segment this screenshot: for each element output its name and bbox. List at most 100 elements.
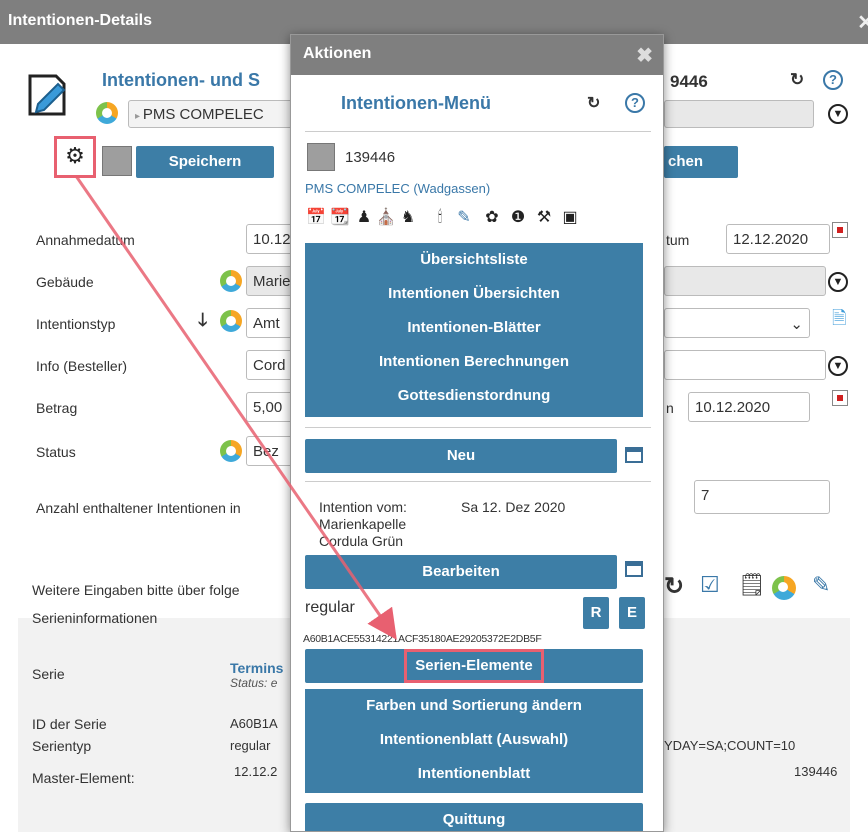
menu-item-intentionen-berechnungen[interactable]: Intentionen Berechnungen [305, 345, 643, 379]
type-logo-icon [220, 310, 242, 332]
series-id: A60B1ACE55314221ACF35180AE29205372E2DB5F [303, 633, 542, 645]
app-logo-icon[interactable] [772, 576, 796, 600]
label-master-element: Master-Element: [32, 770, 135, 786]
series-heading: Serieninformationen [32, 610, 158, 626]
intention-person: Cordula Grün [319, 533, 404, 549]
new-button[interactable]: Neu [305, 439, 617, 473]
gebaeude-field-right [664, 266, 826, 296]
label-serientyp: Serientyp [32, 738, 92, 754]
series-elements-button[interactable]: Serien-Elemente [305, 649, 643, 683]
edit-document-icon [24, 70, 74, 120]
new-document-icon[interactable]: 🗎 [832, 306, 846, 336]
label-serie: Serie [32, 666, 65, 682]
label-betrag: Betrag [36, 400, 78, 416]
gear-button[interactable]: ⚙ [54, 136, 96, 178]
help-icon[interactable]: ? [625, 93, 645, 113]
divider [305, 427, 651, 428]
color-swatch[interactable] [307, 143, 335, 171]
edit-button[interactable]: Bearbeiten [305, 555, 617, 589]
down-circle-icon[interactable]: ▼ [828, 272, 848, 292]
info-besteller-field-right[interactable] [664, 350, 826, 380]
status-logo-icon [220, 440, 242, 462]
persons-icon[interactable]: ⛪ [375, 207, 397, 231]
calendar-7-icon[interactable]: 📅 [305, 207, 327, 231]
save-button[interactable]: Speichern [136, 146, 274, 178]
label-betrag-right: n [666, 400, 674, 416]
stamp-icon[interactable]: ✿ [481, 207, 503, 231]
owner-field-right [664, 100, 814, 128]
serie-id: A60B1A [230, 716, 278, 731]
divider [305, 481, 651, 482]
serie-link[interactable]: Termins [230, 660, 283, 676]
dialog-titlebar: Aktionen ✖ [291, 35, 663, 75]
down-circle-icon[interactable]: ▼ [828, 104, 848, 124]
actions-dialog: Aktionen ✖ Intentionen-Menü ↻ ? 139446 P… [290, 34, 664, 832]
edit-icon[interactable]: ✎ [453, 207, 475, 231]
action-icons-row: ↻ ☑ 🗒 ✎ [658, 570, 848, 604]
r-button[interactable]: R [583, 597, 609, 629]
refresh-icon[interactable]: ↻ [587, 93, 600, 113]
color-swatch[interactable] [102, 146, 132, 176]
calendar-icon[interactable] [625, 447, 643, 463]
label-anzahl: Anzahl enthaltener Intentionen in [36, 500, 241, 516]
e-button[interactable]: E [619, 597, 645, 629]
down-circle-icon[interactable]: ▼ [828, 356, 848, 376]
item-id: 139446 [345, 149, 396, 166]
user-tool-icon[interactable]: ⚒ [533, 207, 555, 231]
datum-field-right[interactable]: 12.12.2020 [726, 224, 830, 254]
owner-select[interactable]: ▸ PMS COMPELEC [128, 100, 308, 128]
label-intentionstyp: Intentionstyp [36, 316, 116, 332]
intention-date: Sa 12. Dez 2020 [461, 499, 566, 515]
calendar-icon[interactable] [625, 561, 643, 577]
menu-item-intentionen-blaetter[interactable]: Intentionen-Blätter [305, 311, 643, 345]
close-icon[interactable]: ✕ [857, 10, 868, 35]
refresh-icon[interactable]: ↻ [664, 572, 684, 601]
refresh-icon[interactable]: ↻ [790, 70, 804, 90]
label-id-der-serie: ID der Serie [32, 716, 107, 732]
list-icon[interactable]: 🗒 [738, 572, 766, 598]
help-icon[interactable]: ? [823, 70, 843, 90]
card-icon[interactable]: ▣ [559, 207, 581, 231]
date-field-right[interactable]: 10.12.2020 [688, 392, 810, 422]
intentionstyp-select[interactable]: ⌄ [664, 308, 810, 338]
serie-status: Status: e [230, 676, 278, 690]
group-icon[interactable]: ♞ [397, 207, 419, 231]
record-id: 9446 [670, 72, 708, 91]
series-type: regular [305, 599, 355, 616]
intention-from-label: Intention vom: [319, 499, 407, 515]
menu-item-uebersichtsliste[interactable]: Übersichtsliste [305, 243, 643, 277]
divider [305, 131, 651, 132]
label-weitere-eingaben: Weitere Eingaben bitte über folge [32, 582, 240, 598]
menu-item-gottesdienstordnung[interactable]: Gottesdienstordnung [305, 379, 643, 413]
page-title: Intentionen- und S [102, 70, 260, 90]
label-gebaeude: Gebäude [36, 274, 94, 290]
calendar-icon[interactable] [832, 222, 848, 238]
owner-name: PMS COMPELEC (Wadgassen) [305, 181, 491, 196]
master-element-value: 12.12.2 [234, 764, 278, 779]
window-title: Intentionen-Details [8, 12, 153, 29]
icon-toolbar: 📅 📆 ♟ ⛪ ♞ 🕯 ✎ ✿ ❶ ⚒ ▣ [305, 207, 645, 231]
anzahl-field[interactable]: 7 [694, 480, 830, 514]
series-elements-highlight: Serien-Elemente [404, 649, 544, 683]
calendar-52-icon[interactable]: 📆 [329, 207, 351, 231]
search-button[interactable]: chen [664, 146, 738, 178]
menu-item-intentionenblatt[interactable]: Intentionenblatt [305, 757, 643, 791]
app-logo-icon [96, 102, 118, 124]
dialog-title: Aktionen [303, 45, 372, 62]
checklist-icon[interactable]: ☑ [700, 572, 720, 598]
label-status: Status [36, 444, 76, 460]
person-icon[interactable]: ♟ [353, 207, 375, 231]
label-info-besteller: Info (Besteller) [36, 358, 128, 374]
menu-item-farben-sortierung[interactable]: Farben und Sortierung ändern [305, 689, 643, 723]
close-icon[interactable]: ✖ [636, 43, 653, 68]
calendar-icon[interactable] [832, 390, 848, 406]
candle-icon[interactable]: 🕯 [429, 207, 451, 231]
receipt-button[interactable]: Quittung [305, 803, 643, 831]
rrule-value: YDAY=SA;COUNT=10 [664, 738, 796, 753]
number-one-icon[interactable]: ❶ [507, 207, 529, 231]
menu-item-intentionenblatt-auswahl[interactable]: Intentionenblatt (Auswahl) [305, 723, 643, 757]
edit-document-icon[interactable]: ✎ [812, 572, 830, 598]
label-datum-right: tum [666, 232, 690, 248]
serientyp-value: regular [230, 738, 271, 753]
menu-item-intentionen-uebersichten[interactable]: Intentionen Übersichten [305, 277, 643, 311]
